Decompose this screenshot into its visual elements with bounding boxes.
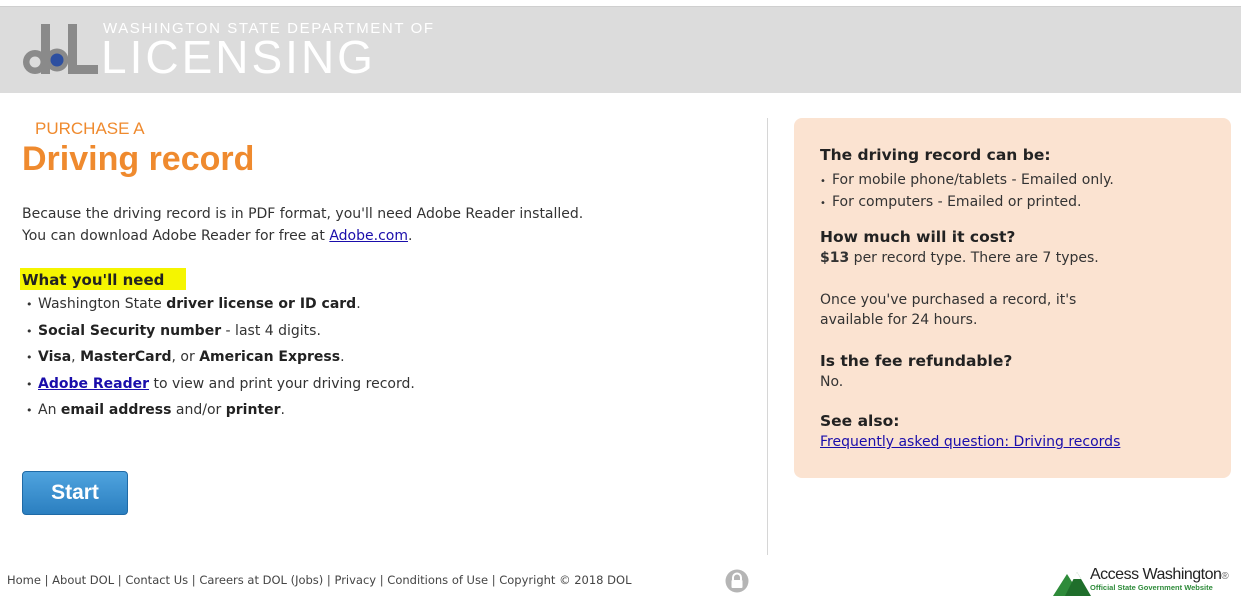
list-item: • Adobe Reader to view and print your dri… <box>26 376 415 403</box>
adobe-com-link[interactable]: Adobe.com <box>329 228 408 244</box>
availability-text: Once you've purchased a record, it's ava… <box>820 290 1076 330</box>
faq-driving-records-link[interactable]: Frequently asked question: Driving recor… <box>820 434 1120 450</box>
footer-link-home[interactable]: Home <box>7 573 41 587</box>
top-border <box>0 0 1241 7</box>
item-bold: American Express <box>199 349 341 365</box>
footer-link-contact[interactable]: Contact Us <box>125 573 188 587</box>
cost-detail: per record type. There are 7 types. <box>849 250 1099 266</box>
list-item: • An email address and/or printer. <box>26 402 415 429</box>
bullet: • <box>26 377 33 391</box>
intro-line-2-prefix: You can download Adobe Reader for free a… <box>22 228 330 244</box>
intro-text: Because the driving record is in PDF for… <box>22 203 583 247</box>
adobe-reader-link[interactable]: Adobe Reader <box>38 376 149 392</box>
footer-link-careers[interactable]: Careers at DOL (Jobs) <box>199 573 323 587</box>
intro-line-2: You can download Adobe Reader for free a… <box>22 225 583 247</box>
requirements-list: • Washington State driver license or ID c… <box>26 296 415 429</box>
access-washington-subtitle: Official State Government Website <box>1090 583 1213 592</box>
item-text: , or <box>171 349 200 365</box>
refund-answer: No. <box>820 374 844 390</box>
info-sidebar: The driving record can be: • For mobile p… <box>794 118 1231 478</box>
list-item: • For computers - Emailed or printed. <box>820 192 1114 214</box>
footer-link-privacy[interactable]: Privacy <box>334 573 376 587</box>
footer-link-about[interactable]: About DOL <box>52 573 114 587</box>
bullet: • <box>820 176 826 187</box>
site-header: WASHINGTON STATE DEPARTMENT OF LICENSING <box>0 7 1241 93</box>
see-also-link-wrap: Frequently asked question: Driving recor… <box>820 434 1120 450</box>
copyright: Copyright © 2018 DOL <box>499 573 632 587</box>
item-text: . <box>340 349 345 365</box>
item-text: , <box>71 349 81 365</box>
what-you-need-heading: What you'll need <box>20 268 187 290</box>
page-title: Driving record <box>22 140 255 178</box>
item-text: . <box>356 296 361 312</box>
bullet: • <box>820 198 826 209</box>
list-item: • Social Security number - last 4 digits. <box>26 323 415 350</box>
see-also-heading: See also: <box>820 412 900 430</box>
item-bold: printer <box>225 402 281 418</box>
start-button[interactable]: Start <box>22 471 128 515</box>
item-text: For computers - Emailed or printed. <box>832 194 1082 210</box>
access-washington-logo-icon[interactable]: Access Washington® Official State Govern… <box>1053 566 1241 596</box>
cost-text: $13 per record type. There are 7 types. <box>820 250 1099 266</box>
refund-heading: Is the fee refundable? <box>820 352 1013 370</box>
cost-heading: How much will it cost? <box>820 228 1016 246</box>
column-divider <box>767 118 768 555</box>
footer-links: Home | About DOL | Contact Us | Careers … <box>7 573 632 587</box>
availability-line-1: Once you've purchased a record, it's <box>820 292 1077 308</box>
dol-logo-icon[interactable] <box>18 18 100 84</box>
registered-mark: ® <box>1221 571 1229 582</box>
bullet: • <box>26 404 33 417</box>
intro-line-2-suffix: . <box>407 228 413 244</box>
item-text: to view and print your driving record. <box>149 375 415 392</box>
availability-line-2: available for 24 hours. <box>820 312 978 328</box>
item-text: For mobile phone/tablets - Emailed only. <box>832 172 1114 188</box>
access-washington-title: Access Washington® <box>1090 566 1229 584</box>
list-item: • For mobile phone/tablets - Emailed only… <box>820 170 1114 192</box>
cost-amount: $13 <box>820 250 850 266</box>
brand-title: LICENSING <box>101 31 376 83</box>
item-bold: MasterCard <box>80 349 172 365</box>
item-bold: driver license or ID card <box>166 296 357 312</box>
item-bold: Social Security number <box>38 322 222 339</box>
bullet: • <box>26 324 33 338</box>
item-text: and/or <box>171 402 226 418</box>
item-text: An <box>38 402 61 418</box>
item-bold: Visa <box>38 349 72 365</box>
item-bold: email address <box>60 402 172 418</box>
item-text: - last 4 digits. <box>221 322 321 339</box>
item-text: . <box>280 402 285 418</box>
intro-line-1: Because the driving record is in PDF for… <box>22 206 584 222</box>
mountain-icon <box>1053 572 1091 596</box>
can-be-heading: The driving record can be: <box>820 146 1051 164</box>
bullet: • <box>26 298 33 311</box>
list-item: • Washington State driver license or ID c… <box>26 296 415 323</box>
bullet: • <box>26 351 33 364</box>
item-text: Washington State <box>38 296 167 312</box>
access-title-text: Access Washington <box>1090 566 1222 583</box>
footer-link-conditions[interactable]: Conditions of Use <box>387 573 488 587</box>
list-item: • Visa, MasterCard, or American Express. <box>26 349 415 376</box>
lock-icon <box>725 569 749 593</box>
page-kicker: PURCHASE A <box>35 119 145 138</box>
can-be-list: • For mobile phone/tablets - Emailed only… <box>820 170 1114 214</box>
